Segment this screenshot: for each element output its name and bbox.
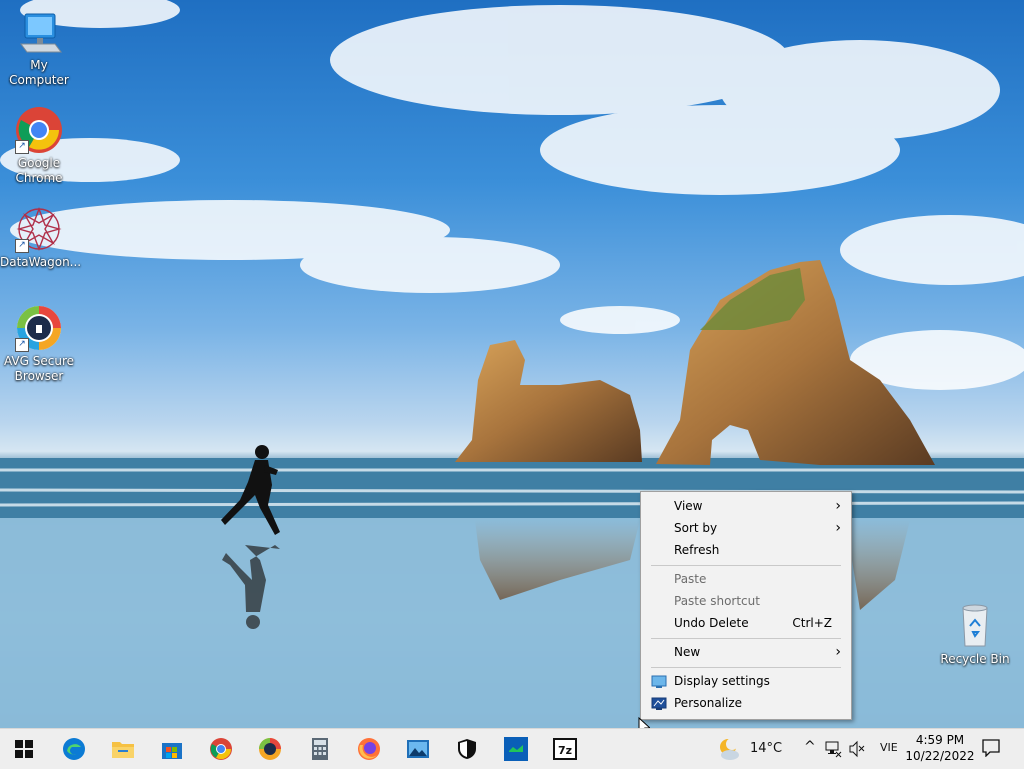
security-shield-icon[interactable] <box>449 733 485 765</box>
photos-icon[interactable] <box>400 733 436 765</box>
wallpaper-image <box>0 0 1024 728</box>
computer-icon <box>15 8 63 56</box>
weather-widget[interactable]: 14°C <box>716 735 784 763</box>
weather-temperature: 14°C <box>750 741 783 756</box>
clock[interactable]: 4:59 PM 10/22/2022 <box>905 731 975 767</box>
firefox-icon[interactable] <box>351 733 387 765</box>
menu-item-refresh[interactable]: Refresh <box>641 539 851 561</box>
input-language[interactable]: VIE <box>880 741 898 754</box>
menu-separator <box>651 667 841 668</box>
mouse-cursor-icon <box>638 717 650 728</box>
shortcut-arrow-icon: ↗ <box>15 140 29 154</box>
datawagon-icon: ↗ <box>15 205 63 253</box>
desktop-context-menu: View › Sort by › Refresh Paste Paste sho… <box>640 491 852 720</box>
menu-item-label: New <box>674 645 701 659</box>
chevron-right-icon: › <box>835 520 841 536</box>
personalize-icon <box>651 696 667 710</box>
7zip-label: 7z <box>558 744 572 757</box>
start-button[interactable] <box>6 733 42 765</box>
microsoft-store-icon[interactable] <box>154 733 190 765</box>
desktop-icon-recycle-bin[interactable]: Recycle Bin <box>936 602 1014 667</box>
network-icon[interactable] <box>824 740 842 761</box>
menu-item-new[interactable]: New › <box>641 641 851 663</box>
menu-item-label: Sort by <box>674 521 718 535</box>
chrome-taskbar-icon[interactable] <box>203 733 239 765</box>
recycle-bin-icon <box>951 602 999 650</box>
desktop[interactable]: My Computer ↗ Google Chrome ↗ DataWagon.… <box>0 0 1024 728</box>
calculator-icon[interactable] <box>302 733 338 765</box>
menu-item-view[interactable]: View › <box>641 495 851 517</box>
menu-item-label: Display settings <box>674 674 770 688</box>
volume-muted-icon[interactable] <box>848 740 866 761</box>
menu-item-label: Paste <box>674 572 707 586</box>
desktop-icon-datawagon[interactable]: ↗ DataWagon... <box>0 205 82 270</box>
clock-time: 4:59 PM <box>915 733 965 747</box>
menu-item-personalize[interactable]: Personalize <box>641 692 851 714</box>
taskbar: 7z 14°C ^ VIE 4:59 PM 10/22/2022 <box>0 728 1024 769</box>
desktop-icon-my-computer[interactable]: My Computer <box>0 8 78 88</box>
desktop-icon-avg-secure-browser[interactable]: ↗ AVG Secure Browser <box>0 304 78 384</box>
desktop-icon-label: DataWagon... <box>0 255 82 269</box>
windows-logo-icon <box>15 740 33 758</box>
shortcut-arrow-icon: ↗ <box>15 239 29 253</box>
desktop-icon-label: Recycle Bin <box>940 652 1010 666</box>
notifications-icon[interactable] <box>982 739 1000 760</box>
desktop-icon-label: My Computer <box>9 58 69 87</box>
shortcut-arrow-icon: ↗ <box>15 338 29 352</box>
menu-separator <box>651 638 841 639</box>
desktop-icon-label: Google Chrome <box>15 156 63 185</box>
file-explorer-icon[interactable] <box>105 733 141 765</box>
chevron-right-icon: › <box>835 498 841 514</box>
menu-item-paste-shortcut[interactable]: Paste shortcut <box>641 590 851 612</box>
weather-moon-cloud-icon <box>720 738 739 760</box>
7zip-icon[interactable]: 7z <box>547 733 583 765</box>
menu-item-label: Undo Delete <box>674 616 749 630</box>
display-settings-icon <box>651 674 667 688</box>
clock-date: 10/22/2022 <box>905 749 975 763</box>
menu-item-display-settings[interactable]: Display settings <box>641 670 851 692</box>
menu-item-label: Personalize <box>674 696 743 710</box>
menu-item-label: Paste shortcut <box>674 594 760 608</box>
menu-item-undo-delete[interactable]: Undo Delete Ctrl+Z <box>641 612 851 634</box>
menu-item-paste[interactable]: Paste <box>641 568 851 590</box>
avg-browser-taskbar-icon[interactable] <box>252 733 288 765</box>
chrome-icon: ↗ <box>15 106 63 154</box>
menu-item-sort-by[interactable]: Sort by › <box>641 517 851 539</box>
desktop-icon-label: AVG Secure Browser <box>3 354 75 383</box>
green-app-icon[interactable] <box>498 733 534 765</box>
desktop-icon-google-chrome[interactable]: ↗ Google Chrome <box>0 106 78 186</box>
menu-separator <box>651 565 841 566</box>
avg-secure-browser-icon: ↗ <box>15 304 63 352</box>
menu-item-shortcut: Ctrl+Z <box>792 616 832 630</box>
chevron-right-icon: › <box>835 644 841 660</box>
show-hidden-icons-chevron[interactable]: ^ <box>804 739 816 755</box>
menu-item-label: Refresh <box>674 543 720 557</box>
edge-icon[interactable] <box>56 733 92 765</box>
menu-item-label: View <box>674 499 703 513</box>
